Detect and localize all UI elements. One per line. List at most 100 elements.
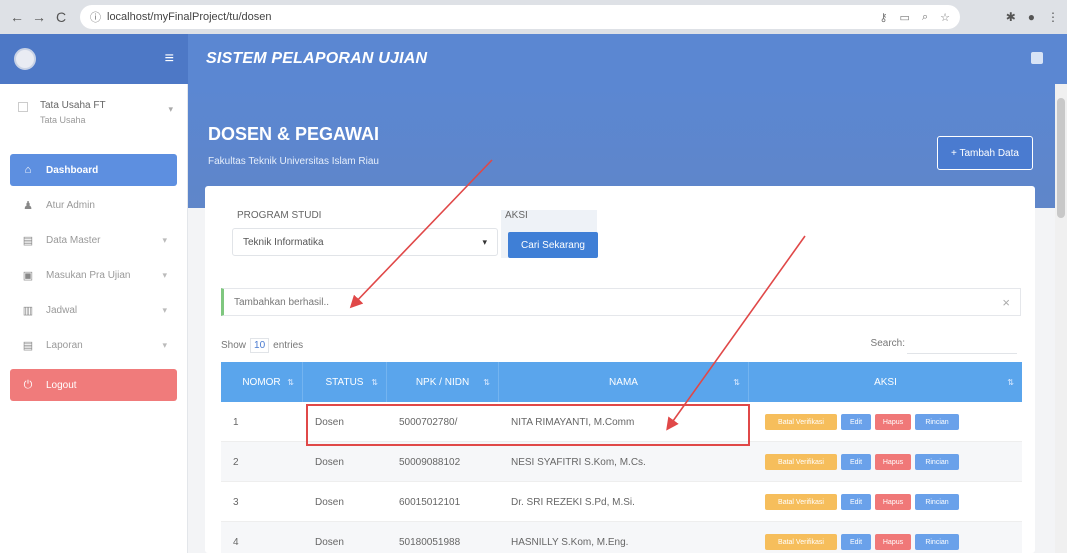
cell-actions: Batal Verifikasi Edit Hapus Rincian [749,482,1022,522]
delete-button[interactable]: Hapus [875,414,911,430]
cancel-verification-button[interactable]: Batal Verifikasi [765,494,837,510]
column-label: AKSI [874,376,897,388]
detail-button[interactable]: Rincian [915,534,959,550]
chevron-down-icon: ▾ [162,339,167,350]
page-title: DOSEN & PEGAWAI [208,124,380,144]
sidebar-item-label: Atur Admin [46,199,95,211]
user-panel[interactable]: Tata Usaha FT Tata Usaha ▾ [0,84,187,140]
cell-nomor: 2 [233,456,239,468]
user-avatar-icon[interactable] [1031,52,1043,64]
browser-toolbar: ← → C ⓘ localhost/myFinalProject/tu/dose… [0,0,1067,34]
sidebar-item-label: Dashboard [46,164,99,176]
sidebar-header: ≡ [0,34,188,84]
delete-button[interactable]: Hapus [875,454,911,470]
cell-actions: Batal Verifikasi Edit Hapus Rincian [749,442,1022,482]
edit-button[interactable]: Edit [841,534,871,550]
edit-button[interactable]: Edit [841,494,871,510]
back-icon[interactable]: ← [8,8,26,26]
info-icon[interactable]: ⓘ [90,9,101,25]
user-image-icon [18,102,28,112]
zoom-icon[interactable]: ⌕ [922,11,928,24]
address-bar[interactable]: ⓘ localhost/myFinalProject/tu/dosen ⚷ ▭ … [80,5,960,29]
sidebar-item-dashboard[interactable]: ⌂ Dashboard [10,154,177,186]
home-icon: ⌂ [24,164,32,176]
cell-nama: HASNILLY S.Kom, M.Eng. [511,536,629,548]
forward-icon[interactable]: → [30,8,48,26]
chevron-down-icon: ▾ [482,236,487,247]
chevron-down-icon[interactable]: ▾ [168,104,173,115]
hamburger-icon[interactable]: ≡ [165,50,174,68]
column-header-nama[interactable]: NAMA ⇅ [499,362,749,402]
sidebar-item-label: Laporan [46,339,83,351]
detail-button[interactable]: Rincian [915,454,959,470]
profile-icon[interactable]: ● [1028,10,1035,24]
star-icon[interactable]: ☆ [940,11,950,24]
chevron-down-icon: ▾ [162,234,167,245]
sidebar-item-label: Masukan Pra Ujian [46,269,131,281]
detail-button[interactable]: Rincian [915,494,959,510]
cancel-verification-button[interactable]: Batal Verifikasi [765,454,837,470]
logout-button[interactable]: ⏻ Logout [10,369,177,401]
file-icon: ▤ [22,339,34,352]
sidebar-item-data-master[interactable]: ▤ Data Master ▾ [10,224,177,256]
sidebar-item-pra-ujian[interactable]: ▣ Masukan Pra Ujian ▾ [10,259,177,291]
key-icon[interactable]: ⚷ [879,11,887,24]
scrollbar-thumb[interactable] [1057,98,1065,218]
cast-icon[interactable]: ▭ [900,11,910,24]
close-icon[interactable]: × [1002,295,1010,310]
delete-button[interactable]: Hapus [875,494,911,510]
alert-message: Tambahkan berhasil.. [234,296,330,308]
table-row: 4 Dosen 50180051988 HASNILLY S.Kom, M.En… [221,522,1022,553]
add-data-button[interactable]: + Tambah Data [937,136,1033,170]
cell-actions: Batal Verifikasi Edit Hapus Rincian [749,402,1022,442]
column-header-nomor[interactable]: NOMOR ⇅ [221,362,303,402]
cell-nomor: 3 [233,496,239,508]
logout-label: Logout [46,379,77,391]
prodi-label: PROGRAM STUDI [237,210,322,221]
chevron-down-icon: ▾ [162,304,167,315]
aksi-label: AKSI [505,210,528,221]
cancel-verification-button[interactable]: Batal Verifikasi [765,534,837,550]
table-row: 2 Dosen 50009088102 NESI SYAFITRI S.Kom,… [221,442,1022,482]
cell-npk: 50180051988 [399,536,461,548]
logo-icon [14,48,36,70]
sidebar-item-jadwal[interactable]: ▥ Jadwal ▾ [10,294,177,326]
page-subtitle: Fakultas Teknik Universitas Islam Riau [208,156,379,167]
search-now-button[interactable]: Cari Sekarang [508,232,598,258]
column-header-aksi[interactable]: AKSI ⇅ [749,362,1022,402]
cancel-verification-button[interactable]: Batal Verifikasi [765,414,837,430]
entries-select[interactable]: 10 [250,338,270,353]
prodi-value: Teknik Informatika [243,236,324,248]
chevron-down-icon: ▾ [162,269,167,280]
user-role: Tata Usaha [40,115,86,125]
column-header-status[interactable]: STATUS ⇅ [303,362,387,402]
annotation-highlight-box [306,404,750,446]
delete-button[interactable]: Hapus [875,534,911,550]
sort-icon: ⇅ [287,377,294,387]
edit-button[interactable]: Edit [841,414,871,430]
search-input[interactable] [907,334,1017,354]
edit-button[interactable]: Edit [841,454,871,470]
sidebar-item-atur-admin[interactable]: ♟ Atur Admin [10,189,177,221]
column-header-npk[interactable]: NPK / NIDN ⇅ [387,362,499,402]
reload-icon[interactable]: C [52,8,70,26]
address-text: localhost/myFinalProject/tu/dosen [107,11,272,23]
sort-icon: ⇅ [1007,377,1014,387]
cell-status: Dosen [315,456,344,468]
sidebar-item-laporan[interactable]: ▤ Laporan ▾ [10,329,177,361]
app-header: ≡ SISTEM PELAPORAN UJIAN [0,34,1067,84]
extensions-icon[interactable]: ✱ [1006,10,1016,24]
search-label: Search: [870,338,905,349]
cell-status: Dosen [315,536,344,548]
sidebar-item-label: Data Master [46,234,101,246]
power-icon: ⏻ [23,378,33,391]
detail-button[interactable]: Rincian [915,414,959,430]
menu-dots-icon[interactable]: ⋮ [1047,10,1059,24]
cell-actions: Batal Verifikasi Edit Hapus Rincian [749,522,1022,553]
prodi-select[interactable]: Teknik Informatika ▾ [232,228,498,256]
sort-icon: ⇅ [371,377,378,387]
user-name: Tata Usaha FT [40,100,106,111]
page-scrollbar[interactable] [1055,84,1067,553]
table-row: 3 Dosen 60015012101 Dr. SRI REZEKI S.Pd,… [221,482,1022,522]
column-label: STATUS [325,376,364,388]
